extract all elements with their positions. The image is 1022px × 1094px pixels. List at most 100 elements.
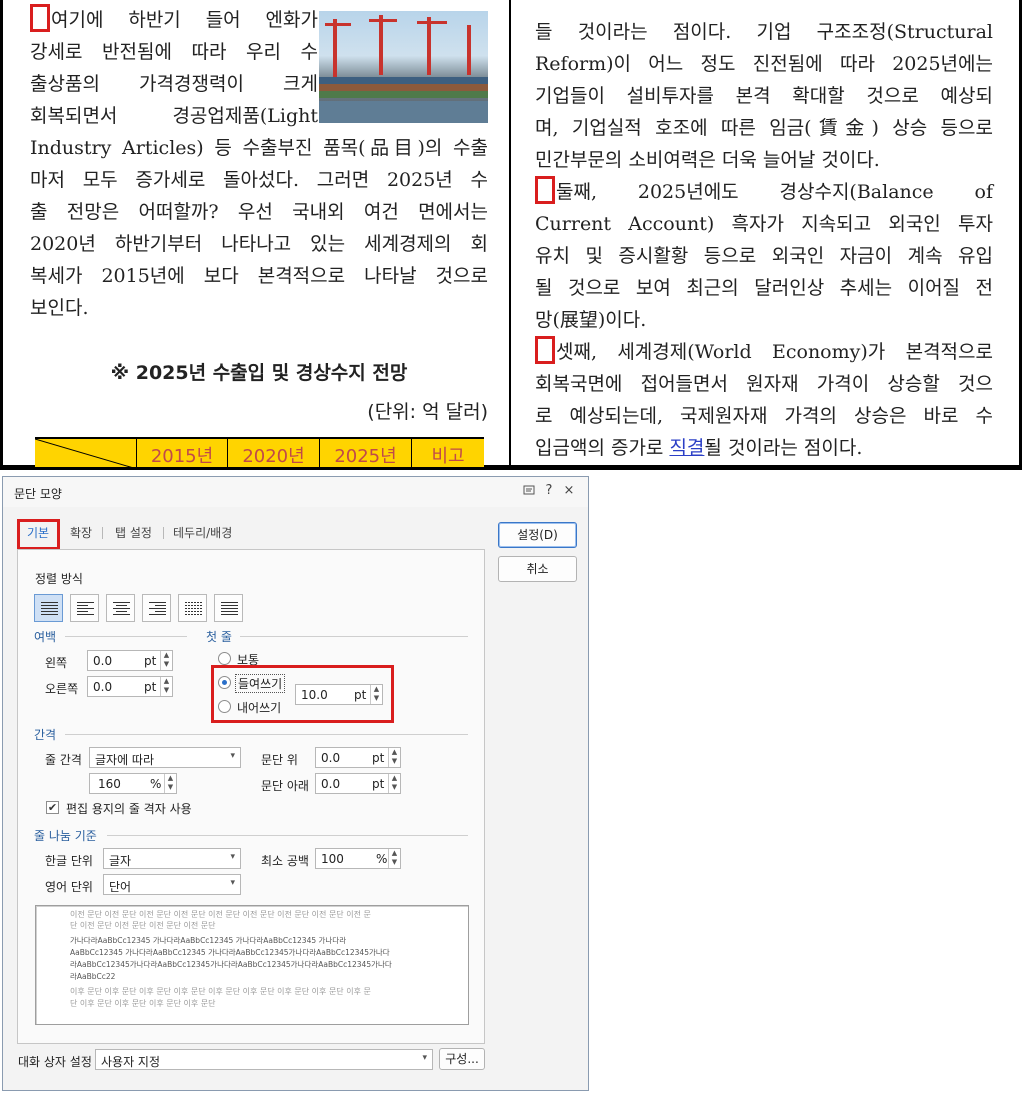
unit-label: (단위: 억 달러) (367, 401, 488, 423)
grid-checkbox[interactable]: ✔ (46, 801, 59, 814)
text-line: 회복국면에 접어들면서 원자재 가격이 상승할 것으 (535, 373, 993, 395)
spin-arrows-icon: ▲ ▼ (388, 748, 400, 767)
text-line: 강세로 반전됨에 따라 우리 수 (30, 41, 318, 63)
dialog-titlebar[interactable]: 문단 모양 ? × (3, 477, 588, 507)
tab-extended[interactable]: 확장 (70, 519, 92, 547)
line-break-section-label: 줄 나눔 기준 (34, 829, 97, 843)
text-line: 둘째, 2025년에도 경상수지(Balance of (535, 176, 993, 208)
align-right-icon (149, 602, 166, 615)
text-line: 마저 모두 증가세로 돌아섰다. 그러면 2025년 수 (30, 169, 488, 191)
align-left-icon (77, 602, 94, 615)
close-icon[interactable]: × (561, 483, 577, 499)
first-line-normal-radio[interactable] (218, 652, 231, 665)
chat-icon[interactable] (521, 483, 537, 499)
text-line: 입금액의 증가로 직결될 것이라는 점이다. (535, 437, 863, 459)
text-line: 보인다. (30, 297, 89, 319)
text-line: 민간부문의 소비여력은 더욱 늘어날 것이다. (535, 149, 880, 171)
first-line-section-label: 첫 줄 (206, 630, 232, 644)
hangul-unit-select[interactable]: 글자 ▾ (103, 848, 241, 869)
align-distribute-icon (185, 602, 202, 615)
page-border-left (0, 0, 3, 466)
indent-marker (535, 336, 555, 364)
line-spacing-type-select[interactable]: 글자에 따라 ▾ (89, 747, 241, 768)
section-divider (107, 835, 468, 836)
text-line: 회복되면서 경공업제품(Light (30, 105, 318, 127)
dialog-title: 문단 모양 (14, 487, 62, 501)
harbor-photo (319, 11, 488, 123)
text-line: 2020년 하반기부터 나타나고 있는 세계경제의 회 (30, 233, 488, 255)
preview-line: AaBbCc12345 가나다라AaBbCc12345 가나다라AaBbCc12… (70, 948, 390, 957)
space-below-input[interactable]: 0.0 pt ▲ ▼ (315, 773, 401, 794)
tab-separator (102, 527, 103, 539)
hyperlink[interactable]: 직결 (669, 437, 704, 459)
table-header-cell: 비고 (431, 446, 465, 467)
cancel-button[interactable]: 취소 (498, 556, 577, 582)
preview-line: 이후 문단 이후 문단 이후 문단 이후 문단 이후 문단 이후 문단 이후 문… (70, 987, 371, 996)
column-divider (509, 0, 511, 466)
section-divider (65, 636, 187, 637)
align-right-button[interactable] (142, 594, 171, 622)
table-header-cell: 2020년 (228, 439, 320, 469)
hangul-unit-label: 한글 단위 (45, 854, 93, 868)
english-unit-label: 영어 단위 (45, 880, 93, 894)
tab-border-background[interactable]: 테두리/배경 (173, 519, 232, 547)
text-line: Reform)이 어느 정도 진전됨에 따라 2025년에는 (535, 53, 993, 75)
margin-right-input[interactable]: 0.0 pt ▲ ▼ (87, 676, 173, 697)
dialog-setting-select[interactable]: 사용자 지정 ▾ (95, 1049, 433, 1070)
preview-line: 가나다라AaBbCc12345 가나다라AaBbCc12345 가나다라AaBb… (70, 936, 347, 945)
preview-line: 이전 문단 이전 문단 이전 문단 이전 문단 이전 문단 이전 문단 이전 문… (70, 910, 371, 919)
english-unit-select[interactable]: 단어 ▾ (103, 874, 241, 895)
tab-tab-settings[interactable]: 탭 설정 (115, 519, 152, 547)
text-line: 셋째, 세계경제(World Economy)가 본격적으로 (535, 336, 993, 368)
text-line: 복세가 2015년에 보다 본격적으로 나타날 것으로 (30, 265, 488, 287)
min-space-input[interactable]: 100% ▲ ▼ (315, 848, 401, 869)
spin-arrows-icon: ▲ ▼ (388, 774, 400, 793)
tab-separator (163, 527, 164, 539)
ok-button[interactable]: 설정(D) (498, 522, 577, 548)
space-above-input[interactable]: 0.0 pt ▲ ▼ (315, 747, 401, 768)
align-left-button[interactable] (70, 594, 99, 622)
spin-arrows-icon: ▲ ▼ (164, 774, 176, 793)
help-icon[interactable]: ? (541, 483, 557, 499)
align-justify-icon (41, 602, 58, 615)
document-view[interactable]: 여기에 하반기 들어 엔화가 강세로 반전됨에 따라 우리 수 출상품의 가격경… (0, 0, 1022, 470)
preview-line: 단 이전 문단 이전 문단 이전 문단 이전 문단 (70, 921, 216, 930)
margin-left-label: 왼쪽 (45, 656, 68, 670)
min-space-label: 최소 공백 (261, 854, 309, 868)
align-divide-button[interactable] (214, 594, 243, 622)
text-line: 여기에 하반기 들어 엔화가 (30, 4, 318, 36)
highlight-box (211, 665, 394, 723)
checkmark-icon: ✔ (47, 801, 58, 814)
paragraph-preview: 이전 문단 이전 문단 이전 문단 이전 문단 이전 문단 이전 문단 이전 문… (35, 905, 469, 1025)
align-center-icon (113, 602, 130, 615)
margin-left-input[interactable]: 0.0 pt ▲ ▼ (87, 650, 173, 671)
text-line: Current Account) 흑자가 지속되고 외국인 투자 (535, 213, 993, 235)
space-above-label: 문단 위 (261, 753, 298, 767)
margin-section-label: 여백 (34, 630, 57, 644)
text-line: Industry Articles) 등 수출부진 품목(品目)의 수출 (30, 137, 488, 159)
text-line: 로 예상되는데, 국제원자재 가격의 상승은 바로 수 (535, 405, 993, 427)
text-line: 망(展望)이다. (535, 309, 647, 331)
grid-checkbox-label: 편집 용지의 줄 격자 사용 (66, 802, 192, 816)
text-line: 출 전망은 어떠할까? 우선 국내외 여건 면에서는 (30, 201, 488, 223)
dialog-setting-label: 대화 상자 설정 (18, 1055, 92, 1069)
configure-button[interactable]: 구성... (439, 1048, 485, 1070)
forecast-table: 2015년 2020년 2025년 비고 (35, 437, 484, 469)
chevron-down-icon: ▾ (230, 852, 235, 862)
space-below-label: 문단 아래 (261, 779, 309, 793)
indent-marker (30, 4, 50, 32)
align-justify-button[interactable] (34, 594, 63, 622)
chevron-down-icon: ▾ (422, 1053, 427, 1063)
text-line: 며, 기업실적 호조에 따른 임금(賃金) 상승 등으로 (535, 117, 993, 139)
margin-right-label: 오른쪽 (45, 682, 79, 696)
paragraph-shape-dialog: 문단 모양 ? × 기본 확장 탭 설정 테두리/배경 설정(D) 취소 정렬 … (2, 476, 589, 1091)
text-line: 유치 및 증시활황 등으로 외국인 자금이 계속 유입 (535, 245, 993, 267)
text-line: 기업들이 설비투자를 본격 확대할 것으로 예상되 (535, 85, 993, 107)
line-spacing-value-input[interactable]: 160% ▲ ▼ (89, 773, 177, 794)
spin-arrows-icon: ▲ ▼ (160, 651, 172, 670)
table-header-cell: 2015년 (137, 439, 228, 469)
preview-line: 라AaBbCc22 (70, 972, 116, 981)
align-distribute-button[interactable] (178, 594, 207, 622)
align-center-button[interactable] (106, 594, 135, 622)
table-corner-cell (35, 439, 137, 469)
